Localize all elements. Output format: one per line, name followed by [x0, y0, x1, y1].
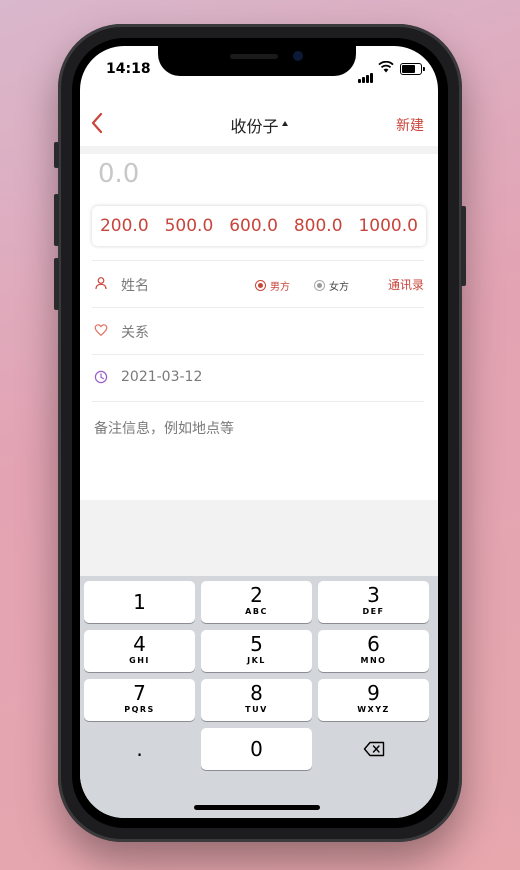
preset-amounts: 200.0 500.0 600.0 800.0 1000.0 — [92, 206, 426, 246]
key-1[interactable]: 1 — [84, 581, 195, 623]
preset-amount-button[interactable]: 800.0 — [294, 216, 343, 236]
backspace-key[interactable] — [318, 728, 429, 770]
gender-female-label: 女方 — [329, 282, 349, 293]
battery-icon — [400, 63, 425, 75]
key-2[interactable]: 2 ABC — [201, 581, 312, 623]
radio-selected-icon — [255, 280, 266, 291]
key-letters: TUV — [245, 705, 268, 714]
cellular-signal-icon — [358, 64, 374, 83]
key-digit: 5 — [250, 632, 263, 656]
date-field[interactable]: 2021-03-12 — [121, 369, 202, 385]
relation-row: 关系 — [92, 307, 424, 354]
wifi-icon — [378, 61, 394, 73]
key-letters: WXYZ — [357, 705, 390, 714]
key-digit: 9 — [367, 681, 380, 705]
numeric-keyboard: 1 2 ABC 3 DEF 4 GHI 5 JKL 6 MNO 7 PQRS 8 TUV 9W… — [80, 576, 438, 818]
gender-male-radio[interactable]: 男方 — [255, 278, 290, 293]
name-input[interactable]: 姓名 — [121, 275, 149, 295]
phone-frame: 14:18 收份子 新建 0.0 200.0 500.0 600.0 800.0… — [54, 24, 466, 842]
key-digit: 6 — [367, 632, 380, 656]
key-4[interactable]: 4 GHI — [84, 630, 195, 672]
nav-bar: 收份子 新建 — [80, 102, 438, 146]
keyboard-gap — [80, 500, 438, 578]
key-decimal[interactable]: . — [84, 728, 195, 770]
status-time: 14:18 — [106, 61, 151, 77]
volume-up-button — [54, 194, 59, 246]
power-button — [461, 206, 466, 286]
caret-up-icon — [281, 120, 288, 126]
key-letters: JKL — [247, 656, 266, 665]
preset-amount-button[interactable]: 1000.0 — [358, 216, 417, 236]
key-3[interactable]: 3 DEF — [318, 581, 429, 623]
key-letters: ABC — [245, 607, 268, 616]
notch — [158, 46, 356, 76]
name-row: 姓名 男方 女方 通讯录 — [92, 260, 424, 307]
radio-unselected-icon — [314, 280, 325, 291]
home-indicator[interactable] — [194, 805, 320, 810]
key-5[interactable]: 5 JKL — [201, 630, 312, 672]
key-9[interactable]: 9 WXYZ — [318, 679, 429, 721]
preset-amount-button[interactable]: 600.0 — [229, 216, 278, 236]
key-letters: GHI — [129, 656, 150, 665]
key-digit: 0 — [250, 737, 263, 761]
page-title: 收份子 — [230, 117, 279, 136]
preset-amount-button[interactable]: 500.0 — [165, 216, 214, 236]
key-letters: DEF — [362, 607, 385, 616]
volume-down-button — [54, 258, 59, 310]
divider-strip — [80, 146, 438, 154]
key-letters: MNO — [360, 656, 387, 665]
mute-switch — [54, 142, 59, 168]
speaker-grille — [230, 54, 278, 59]
amount-input[interactable]: 0.0 — [98, 159, 139, 189]
key-digit: 8 — [250, 681, 263, 705]
relation-input[interactable]: 关系 — [121, 322, 149, 342]
key-letters: PQRS — [124, 705, 155, 714]
screen: 14:18 收份子 新建 0.0 200.0 500.0 600.0 800.0… — [80, 46, 438, 818]
preset-amount-button[interactable]: 200.0 — [100, 216, 149, 236]
notes-divider — [92, 401, 424, 402]
front-camera — [293, 51, 303, 61]
key-digit: 3 — [367, 583, 380, 607]
key-digit: 1 — [133, 590, 146, 614]
key-0[interactable]: 0 — [201, 728, 312, 770]
key-digit: . — [136, 737, 143, 761]
notes-input[interactable]: 备注信息，例如地点等 — [94, 418, 234, 438]
heart-icon — [94, 324, 108, 337]
key-8[interactable]: 8 TUV — [201, 679, 312, 721]
new-button[interactable]: 新建 — [396, 115, 424, 135]
clock-icon — [94, 370, 108, 384]
title-dropdown[interactable]: 收份子 — [230, 113, 288, 137]
gender-female-radio[interactable]: 女方 — [314, 278, 349, 293]
key-digit: 7 — [133, 681, 146, 705]
key-7[interactable]: 7 PQRS — [84, 679, 195, 721]
key-6[interactable]: 6 MNO — [318, 630, 429, 672]
gender-male-label: 男方 — [270, 282, 290, 293]
date-row: 2021-03-12 — [92, 354, 424, 401]
contacts-button[interactable]: 通讯录 — [388, 276, 424, 293]
key-digit: 2 — [250, 583, 263, 607]
backspace-icon — [363, 741, 384, 757]
key-digit: 4 — [133, 632, 146, 656]
person-icon — [95, 277, 107, 290]
